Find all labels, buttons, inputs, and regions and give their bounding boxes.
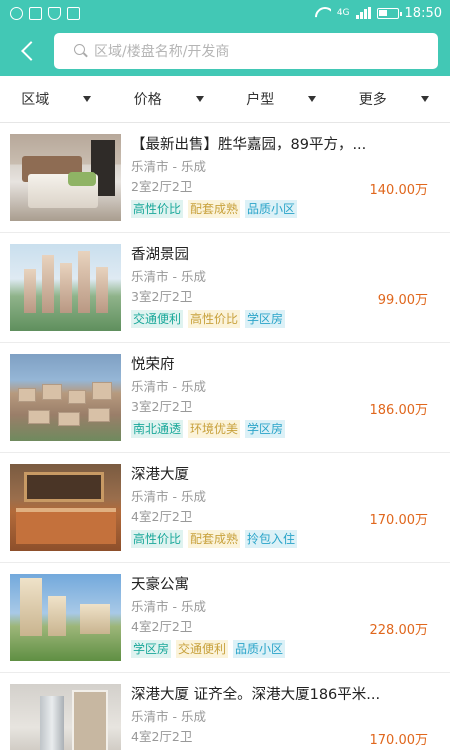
listing-item[interactable]: 深港大厦 证齐全。深港大厦186平米... 乐清市 - 乐成 4室2厅2卫 17…: [0, 673, 450, 750]
listing-location: 乐清市 - 乐成: [131, 599, 206, 614]
listing-price: 228.00万: [369, 623, 429, 638]
listing-item[interactable]: 【最新出售】胜华嘉园，89平方，... 乐清市 - 乐成 2室2厅2卫 140.…: [0, 123, 450, 233]
header: 区域/楼盘名称/开发商: [0, 26, 450, 76]
wifi-icon: [315, 7, 331, 19]
listing-tag: 南北通透: [131, 420, 184, 438]
listing-tag: 高性价比: [131, 200, 184, 218]
filter-label: 更多: [358, 92, 387, 108]
listing-price: 170.00万: [369, 513, 429, 528]
listing-list: 【最新出售】胜华嘉园，89平方，... 乐清市 - 乐成 2室2厅2卫 140.…: [0, 123, 450, 750]
listing-tag: 高性价比: [131, 530, 184, 548]
dropdown-arrow-icon: [83, 96, 92, 102]
listing-item[interactable]: 天豪公寓 乐清市 - 乐成 4室2厅2卫 228.00万 学区房 交通便利 品质…: [0, 563, 450, 673]
listing-title: 深港大厦: [131, 467, 189, 483]
network-type-label: 4G: [336, 7, 350, 18]
listing-tag: 学区房: [245, 310, 286, 328]
listing-title: 香湖景园: [131, 247, 189, 263]
listing-tag: 交通便利: [176, 640, 229, 658]
listing-item[interactable]: 香湖景园 乐清市 - 乐成 3室2厅2卫 99.00万 交通便利 高性价比 学区…: [0, 233, 450, 343]
listing-tag: 高性价比: [188, 310, 241, 328]
listing-tag: 环境优美: [188, 420, 241, 438]
listing-title: 悦荣府: [131, 357, 175, 373]
dropdown-arrow-icon: [420, 96, 429, 102]
search-placeholder: 区域/楼盘名称/开发商: [94, 44, 230, 60]
shield-icon: [48, 6, 61, 20]
search-icon: [74, 44, 88, 58]
back-button[interactable]: [14, 33, 42, 69]
listing-tag: 学区房: [131, 640, 172, 658]
listing-photo: [10, 464, 121, 551]
notification-app-icon: [10, 6, 23, 20]
filter-layout[interactable]: 户型: [225, 89, 338, 109]
search-input[interactable]: 区域/楼盘名称/开发商: [54, 33, 438, 69]
dropdown-arrow-icon: [195, 96, 204, 102]
filter-label: 户型: [246, 92, 275, 108]
filter-label: 价格: [133, 92, 162, 108]
listing-tag: 配套成熟: [188, 200, 241, 218]
listing-tag: 品质小区: [245, 200, 298, 218]
filter-label: 区域: [21, 92, 50, 108]
listing-title: 天豪公寓: [131, 577, 189, 593]
listing-location: 乐清市 - 乐成: [131, 489, 206, 504]
listing-tag: 交通便利: [131, 310, 184, 328]
listing-tag: 品质小区: [233, 640, 286, 658]
listing-price: 99.00万: [377, 293, 428, 308]
battery-icon: [376, 7, 402, 19]
listing-photo: [10, 354, 121, 441]
listing-price: 186.00万: [369, 403, 429, 418]
filter-price[interactable]: 价格: [113, 89, 226, 109]
status-bar: 4G 18:50: [0, 0, 450, 26]
status-time: 18:50: [404, 5, 442, 21]
listing-location: 乐清市 - 乐成: [131, 709, 206, 724]
filter-more[interactable]: 更多: [338, 89, 450, 109]
listing-price: 140.00万: [369, 183, 429, 198]
filter-area[interactable]: 区域: [0, 89, 113, 109]
filter-bar: 区域 价格 户型 更多: [0, 76, 450, 123]
back-arrow-icon: [21, 41, 41, 61]
listing-tag: 配套成熟: [188, 530, 241, 548]
listing-location: 乐清市 - 乐成: [131, 159, 206, 174]
calendar-icon: [67, 6, 80, 20]
listing-photo: [10, 574, 121, 661]
listing-price: 170.00万: [369, 733, 429, 748]
listing-title: 【最新出售】胜华嘉园，89平方，...: [131, 137, 367, 153]
listing-tag: 拎包入住: [245, 530, 298, 548]
signal-icon: [355, 7, 371, 19]
listing-location: 乐清市 - 乐成: [131, 379, 206, 394]
listing-photo: [10, 244, 121, 331]
gallery-icon: [29, 6, 42, 20]
listing-photo: [10, 134, 121, 221]
dropdown-arrow-icon: [308, 96, 317, 102]
listing-item[interactable]: 悦荣府 乐清市 - 乐成 3室2厅2卫 186.00万 南北通透 环境优美 学区…: [0, 343, 450, 453]
status-indicators: 4G 18:50: [315, 6, 442, 21]
listing-title: 深港大厦 证齐全。深港大厦186平米...: [131, 687, 381, 703]
listing-location: 乐清市 - 乐成: [131, 269, 206, 284]
status-notifications: [10, 6, 80, 20]
listing-item[interactable]: 深港大厦 乐清市 - 乐成 4室2厅2卫 170.00万 高性价比 配套成熟 拎…: [0, 453, 450, 563]
listing-photo: [10, 684, 121, 750]
listing-tag: 学区房: [245, 420, 286, 438]
